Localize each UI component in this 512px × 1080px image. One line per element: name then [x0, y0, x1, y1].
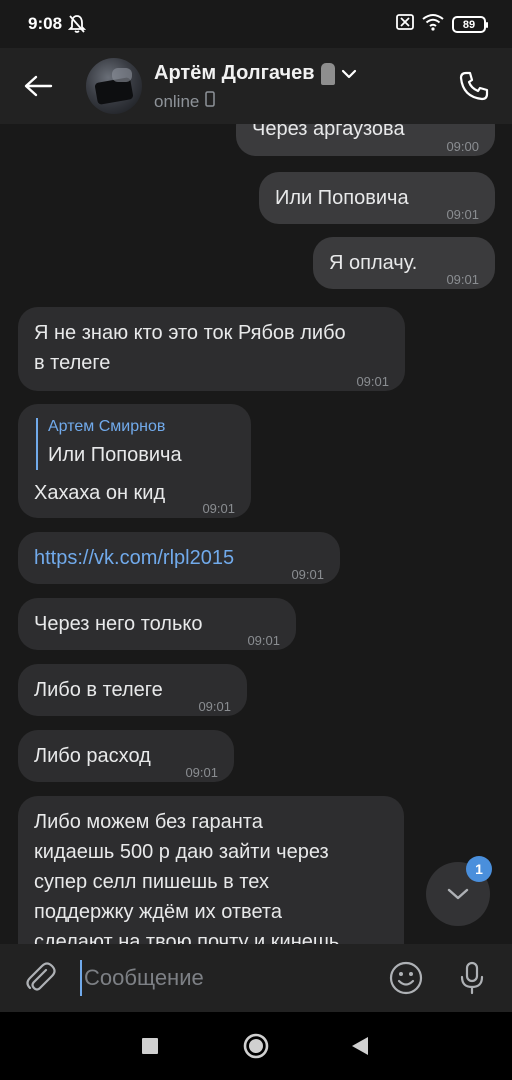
- reply-author[interactable]: Артем Смирнов: [48, 416, 165, 438]
- voice-message-button[interactable]: [452, 958, 492, 998]
- contact-name[interactable]: Артём Долгачев: [154, 62, 357, 85]
- message-link[interactable]: https://vk.com/rlpl2015: [34, 547, 234, 569]
- smiley-icon: [389, 961, 423, 995]
- message-text: Я не знаю кто это ток Рябов либо: [34, 322, 346, 344]
- chat-header: Артём Долгачев online: [0, 48, 512, 124]
- message-text: Либо расход: [34, 745, 151, 767]
- phone-icon: [459, 71, 489, 101]
- bell-muted-icon: [67, 14, 87, 39]
- message-time: 09:01: [198, 699, 231, 714]
- message-text: супер селл пишешь в тех: [34, 871, 269, 893]
- contact-name-text: Артём Долгачев: [154, 62, 315, 84]
- status-text: online: [154, 91, 200, 111]
- message-text: Или Поповича: [275, 187, 409, 209]
- message-time: 09:01: [446, 272, 479, 287]
- wifi-icon: [422, 13, 444, 36]
- reply-quoted-text[interactable]: Или Поповича: [48, 442, 182, 468]
- back-nav-button[interactable]: [346, 1032, 374, 1060]
- chevron-down-icon[interactable]: [341, 62, 357, 85]
- attach-button[interactable]: [20, 958, 60, 998]
- message-bubble[interactable]: Либо можем без гаранта кидаешь 500 р даю…: [18, 796, 404, 944]
- message-bubble[interactable]: Через него только 09:01: [18, 598, 296, 650]
- arrow-left-icon: [24, 75, 53, 97]
- message-text: Хахаха он кид: [34, 482, 166, 504]
- message-time: 09:00: [446, 139, 479, 154]
- status-bar: 9:08 89: [0, 0, 512, 48]
- message-bubble[interactable]: Либо расход 09:01: [18, 730, 234, 782]
- status-time: 9:08: [28, 14, 63, 33]
- battery-indicator: 89: [452, 16, 488, 33]
- sim-off-icon: [396, 14, 414, 35]
- message-composer: Сообщение: [0, 944, 512, 1012]
- message-time: 09:01: [356, 374, 389, 389]
- mobile-icon: [205, 91, 216, 112]
- reply-indicator: [36, 418, 38, 470]
- unread-count-badge: 1: [466, 856, 492, 882]
- triangle-back-icon: [352, 1037, 368, 1055]
- chevron-down-icon: [447, 888, 469, 900]
- system-navigation-bar: [0, 1012, 512, 1080]
- message-bubble-reply[interactable]: Артем Смирнов Или Поповича Хахаха он кид…: [18, 404, 251, 518]
- message-time: 09:01: [291, 567, 324, 582]
- message-list[interactable]: Через аргаузова 09:00 Или Поповича 09:01…: [0, 124, 512, 944]
- message-time: 09:01: [202, 501, 235, 516]
- circle-icon: [243, 1033, 269, 1059]
- message-text: Через аргаузова: [252, 124, 405, 140]
- message-bubble[interactable]: https://vk.com/rlpl2015 09:01: [18, 532, 340, 584]
- home-button[interactable]: [242, 1032, 270, 1060]
- message-time: 09:01: [446, 207, 479, 222]
- back-button[interactable]: [18, 68, 58, 104]
- message-time: 09:01: [247, 633, 280, 648]
- message-text: в телеге: [34, 352, 111, 374]
- moai-emoji-icon: [320, 62, 335, 85]
- message-bubble[interactable]: Через аргаузова 09:00: [236, 124, 495, 156]
- message-input[interactable]: Сообщение: [80, 960, 370, 996]
- message-text: сделают на твою почту и кинешь: [34, 931, 340, 944]
- recents-button[interactable]: [136, 1032, 164, 1060]
- contact-status: online: [154, 91, 216, 112]
- emoji-button[interactable]: [386, 958, 426, 998]
- microphone-icon: [460, 961, 484, 995]
- message-text: поддержку ждём их ответа: [34, 901, 282, 923]
- paperclip-icon: [26, 962, 56, 991]
- message-bubble[interactable]: Или Поповича 09:01: [259, 172, 495, 224]
- call-button[interactable]: [454, 66, 494, 106]
- square-icon: [142, 1038, 158, 1054]
- message-text: Либо можем без гаранта: [34, 811, 263, 833]
- message-text: кидаешь 500 р даю зайти через: [34, 841, 329, 863]
- message-bubble[interactable]: Либо в телеге 09:01: [18, 664, 247, 716]
- message-text: Либо в телеге: [34, 679, 163, 701]
- message-bubble[interactable]: Я оплачу. 09:01: [313, 237, 495, 289]
- avatar[interactable]: [86, 58, 142, 114]
- message-text: Я оплачу.: [329, 252, 418, 274]
- message-bubble[interactable]: Я не знаю кто это ток Рябов либо в телег…: [18, 307, 405, 391]
- message-time: 09:01: [185, 765, 218, 780]
- message-text: Через него только: [34, 613, 203, 635]
